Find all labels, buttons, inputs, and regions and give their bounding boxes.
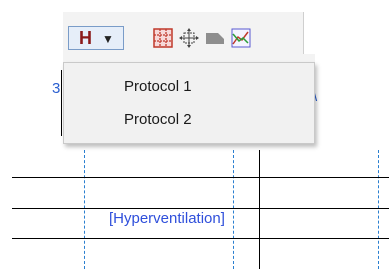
protocol-dropdown-menu: Protocol 1 Protocol 2 — [63, 62, 315, 144]
background-glyph: 3 — [52, 80, 61, 97]
h-dropdown-button[interactable]: H ▼ — [68, 26, 124, 50]
grid-solid-line — [259, 150, 260, 269]
move-handle-button[interactable] — [177, 26, 201, 50]
h-button-label: H — [79, 28, 92, 48]
grid-dashed-line — [233, 150, 234, 269]
chevron-down-icon[interactable]: ▼ — [102, 32, 114, 46]
tag-shape-button[interactable] — [203, 26, 227, 50]
menu-item-protocol-2[interactable]: Protocol 2 — [64, 104, 314, 136]
graph-icon — [231, 28, 251, 48]
tag-shape-icon — [206, 33, 224, 44]
grid-row-line — [12, 177, 389, 178]
grid-icon — [153, 28, 173, 48]
menu-item-protocol-1[interactable]: Protocol 1 — [64, 71, 314, 103]
grid-dashed-line — [378, 150, 379, 269]
toolbar: H ▼ — [63, 12, 304, 54]
move-handle-icon — [179, 28, 199, 48]
grid-solid-line — [61, 70, 62, 136]
grid-button[interactable] — [151, 26, 175, 50]
grid-row-line — [12, 208, 389, 209]
graph-button[interactable] — [229, 26, 253, 50]
grid-row-line — [12, 238, 389, 239]
grid-dashed-line — [84, 150, 85, 269]
menu-header-strip — [63, 54, 315, 62]
hyperventilation-annotation[interactable]: [Hyperventilation] — [109, 210, 225, 227]
